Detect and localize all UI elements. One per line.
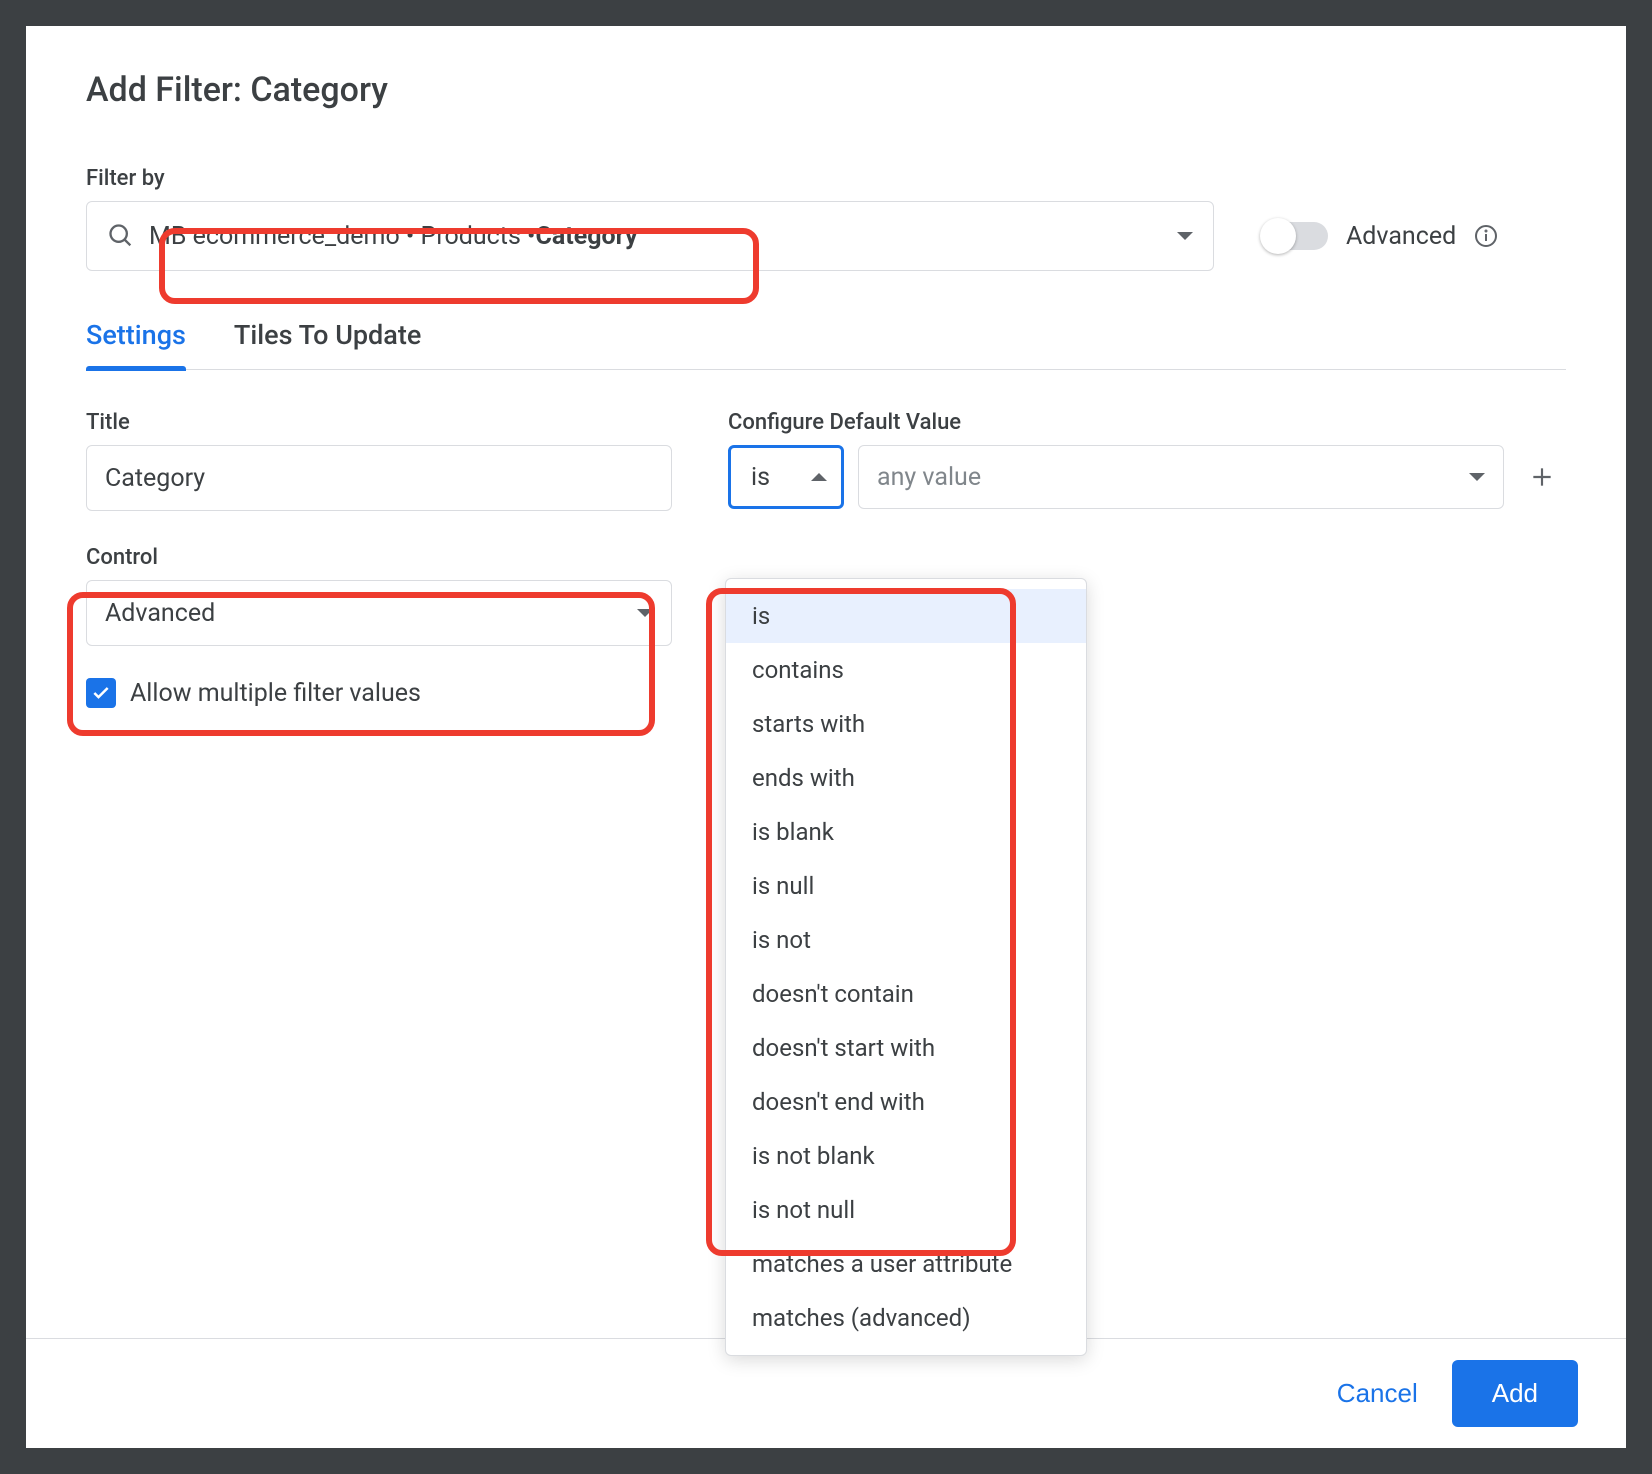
operator-option[interactable]: ends with (726, 751, 1086, 805)
default-value-placeholder: any value (877, 463, 981, 492)
advanced-toggle-label: Advanced (1346, 222, 1456, 251)
title-input[interactable]: Category (86, 445, 672, 511)
operator-select[interactable]: is (728, 445, 844, 509)
tab-settings[interactable]: Settings (86, 319, 186, 369)
add-button[interactable]: Add (1452, 1360, 1578, 1427)
tab-tiles-to-update[interactable]: Tiles To Update (234, 319, 421, 369)
advanced-toggle[interactable] (1262, 222, 1328, 250)
filter-by-prefix: MB ecommerce_demo • Products • (149, 222, 536, 251)
control-select[interactable]: Advanced (86, 580, 672, 646)
configure-default-value-label: Configure Default Value (728, 410, 1566, 435)
operator-option[interactable]: matches a user attribute (726, 1237, 1086, 1291)
control-label: Control (86, 545, 672, 570)
operator-option[interactable]: contains (726, 643, 1086, 697)
operator-option[interactable]: matches (advanced) (726, 1291, 1086, 1345)
default-value-select[interactable]: any value (858, 445, 1504, 509)
operator-option[interactable]: doesn't end with (726, 1075, 1086, 1129)
operator-option[interactable]: doesn't start with (726, 1021, 1086, 1075)
dialog-title: Add Filter: Category (86, 70, 1566, 110)
chevron-down-icon (1469, 473, 1485, 481)
info-icon[interactable] (1474, 224, 1498, 248)
allow-multiple-label: Allow multiple filter values (130, 679, 421, 708)
filter-by-label: Filter by (86, 166, 1566, 191)
operator-option[interactable]: is null (726, 859, 1086, 913)
allow-multiple-checkbox[interactable] (86, 678, 116, 708)
operator-option[interactable]: is not blank (726, 1129, 1086, 1183)
control-value: Advanced (105, 599, 215, 628)
operator-option[interactable]: starts with (726, 697, 1086, 751)
search-icon (107, 222, 135, 250)
operator-option[interactable]: is not (726, 913, 1086, 967)
filter-by-select[interactable]: MB ecommerce_demo • Products • Category (86, 201, 1214, 271)
chevron-down-icon (637, 609, 653, 617)
title-value: Category (105, 464, 205, 493)
tab-bar: Settings Tiles To Update (86, 319, 1566, 370)
chevron-down-icon (1177, 232, 1193, 240)
operator-option[interactable]: is (726, 589, 1086, 643)
operator-option[interactable]: doesn't contain (726, 967, 1086, 1021)
filter-by-value: Category (536, 222, 638, 251)
add-condition-button[interactable] (1518, 445, 1566, 509)
operator-dropdown: iscontainsstarts withends withis blankis… (725, 578, 1087, 1356)
add-filter-dialog: Add Filter: Category Filter by MB ecomme… (26, 26, 1626, 1448)
title-label: Title (86, 410, 672, 435)
operator-option[interactable]: is not null (726, 1183, 1086, 1237)
operator-option[interactable]: is blank (726, 805, 1086, 859)
chevron-up-icon (811, 473, 827, 481)
cancel-button[interactable]: Cancel (1337, 1378, 1418, 1409)
operator-value: is (751, 463, 770, 492)
